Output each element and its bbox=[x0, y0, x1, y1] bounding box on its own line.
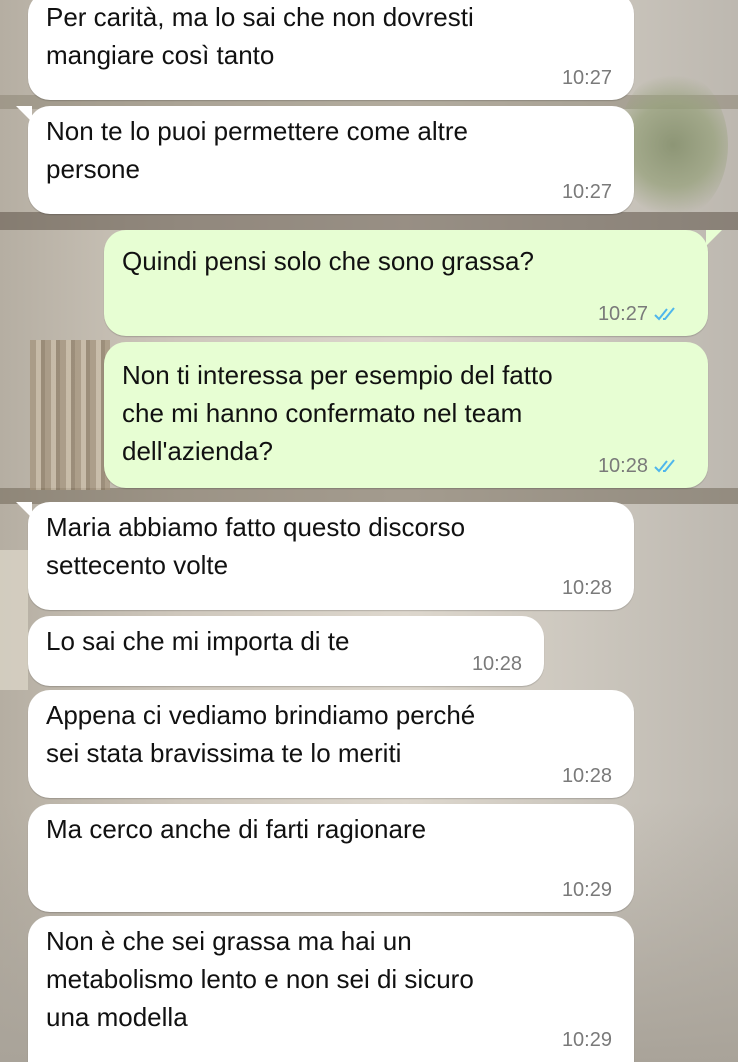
message-text: Quindi pensi solo che sono grassa? bbox=[122, 246, 534, 276]
message-time: 10:27 bbox=[561, 67, 612, 89]
message-bubble-incoming[interactable]: Lo sai che mi importa di te 10:28 bbox=[28, 616, 544, 686]
message-text: Lo sai che mi importa di te bbox=[46, 626, 350, 656]
message-meta: 10:28 bbox=[562, 576, 612, 600]
message-time: 10:28 bbox=[561, 765, 612, 787]
message-meta: 10:28 bbox=[598, 454, 680, 478]
message-text: Ma cerco anche di farti ragionare bbox=[46, 814, 427, 844]
message-text: Appena ci vediamo brindiamo perché sei s… bbox=[46, 700, 476, 768]
message-meta: 10:27 bbox=[598, 302, 680, 326]
message-meta: 10:27 bbox=[562, 180, 612, 204]
message-bubble-outgoing[interactable]: Quindi pensi solo che sono grassa? 10:27 bbox=[104, 230, 722, 336]
message-bubble-incoming[interactable]: Ma cerco anche di farti ragionare 10:29 bbox=[28, 804, 634, 912]
bubble-tail bbox=[706, 230, 722, 246]
double-check-read-icon bbox=[654, 307, 675, 321]
message-text: Non te lo puoi permettere come altre per… bbox=[46, 116, 468, 184]
message-meta: 10:28 bbox=[562, 764, 612, 788]
message-bubble-incoming[interactable]: Maria abbiamo fatto questo discorso sett… bbox=[16, 502, 634, 610]
message-time: 10:28 bbox=[471, 653, 522, 675]
bubble-tail bbox=[16, 502, 32, 518]
message-bubble-outgoing[interactable]: Non ti interessa per esempio del fatto c… bbox=[104, 342, 708, 488]
message-time: 10:27 bbox=[561, 181, 612, 203]
message-meta: 10:29 bbox=[562, 1028, 612, 1052]
message-meta: 10:28 bbox=[472, 652, 522, 676]
message-meta: 10:27 bbox=[562, 66, 612, 90]
message-time: 10:29 bbox=[561, 879, 612, 901]
message-text: Per carità, ma lo sai che non dovresti m… bbox=[46, 2, 474, 70]
message-time: 10:27 bbox=[597, 303, 648, 325]
double-check-read-icon bbox=[654, 459, 675, 473]
message-bubble-incoming[interactable]: Appena ci vediamo brindiamo perché sei s… bbox=[28, 690, 634, 798]
message-list[interactable]: Per carità, ma lo sai che non dovresti m… bbox=[0, 0, 738, 1062]
message-text: Non ti interessa per esempio del fatto c… bbox=[122, 360, 553, 466]
message-bubble-incoming[interactable]: Per carità, ma lo sai che non dovresti m… bbox=[28, 0, 634, 100]
message-text: Non è che sei grassa ma hai un metabolis… bbox=[46, 926, 474, 1032]
message-time: 10:28 bbox=[597, 455, 648, 477]
message-bubble-incoming[interactable]: Non te lo puoi permettere come altre per… bbox=[16, 106, 634, 214]
message-time: 10:28 bbox=[561, 577, 612, 599]
message-meta: 10:29 bbox=[562, 878, 612, 902]
message-time: 10:29 bbox=[561, 1029, 612, 1051]
message-text: Maria abbiamo fatto questo discorso sett… bbox=[46, 512, 466, 580]
bubble-tail bbox=[16, 106, 32, 122]
message-bubble-incoming[interactable]: Non è che sei grassa ma hai un metabolis… bbox=[28, 916, 634, 1062]
